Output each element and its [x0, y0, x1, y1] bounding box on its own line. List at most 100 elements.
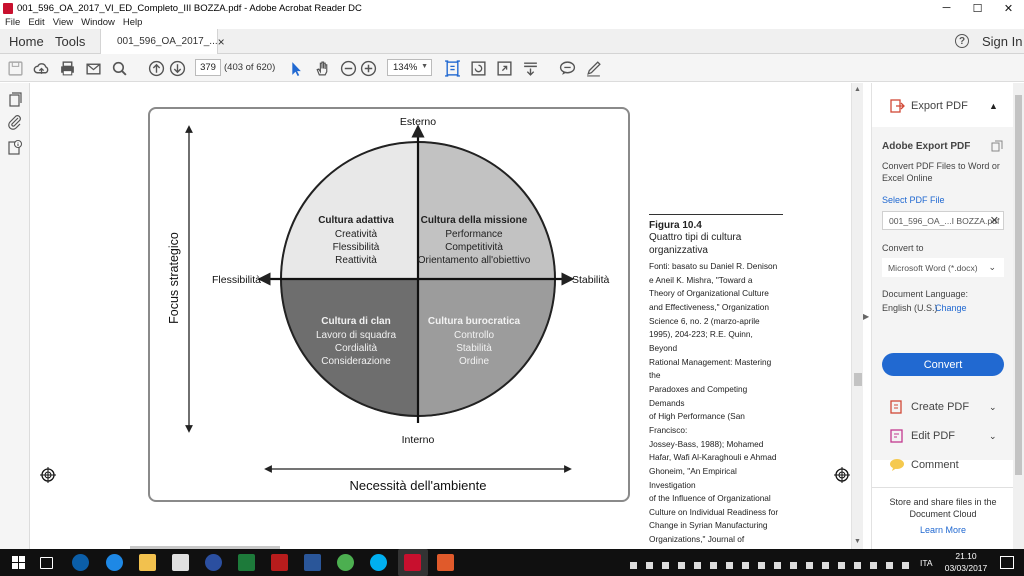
source-line: Theory of Organizational Culture	[649, 288, 769, 299]
edge-browser-icon[interactable]	[106, 554, 123, 571]
menu-window[interactable]: Window	[81, 17, 115, 28]
app-clock-icon[interactable]	[205, 554, 222, 571]
tool-create-pdf[interactable]: Create PDF ⌄	[872, 396, 1014, 418]
figure-caption: Figura 10.4 Quattro tipi di cultura orga…	[649, 214, 783, 576]
cloud-upload-icon[interactable]	[31, 58, 51, 78]
email-icon[interactable]	[83, 58, 103, 78]
file-explorer-icon[interactable]	[139, 554, 156, 571]
document-tab-label: 001_596_OA_2017_...	[117, 36, 218, 47]
word-icon[interactable]	[304, 554, 321, 571]
select-cursor-icon[interactable]	[285, 58, 305, 78]
axis-title-strategic-focus: Focus strategico	[167, 232, 181, 324]
sign-in-link[interactable]: Sign In	[982, 34, 1022, 49]
tool-edit-pdf[interactable]: Edit PDF ⌄	[872, 425, 1014, 447]
print-icon[interactable]	[57, 58, 77, 78]
skype-icon[interactable]	[370, 554, 387, 571]
windows-start-icon[interactable]	[12, 556, 25, 569]
next-page-icon[interactable]	[167, 58, 187, 78]
learn-more-link[interactable]: Learn More	[872, 524, 1014, 536]
menu-edit[interactable]: Edit	[28, 17, 44, 28]
acrobat-app-icon	[3, 2, 13, 14]
document-vertical-scrollbar[interactable]: ▲ ▼	[851, 83, 863, 549]
comment-icon	[890, 459, 904, 471]
task-view-icon[interactable]	[40, 557, 53, 569]
store-icon[interactable]	[172, 554, 189, 571]
adaptive-culture-title: Cultura adattiva	[318, 215, 394, 226]
help-icon[interactable]: ?	[955, 34, 969, 48]
fit-page-icon[interactable]	[442, 58, 462, 78]
rotate-view-icon[interactable]	[468, 58, 488, 78]
clock-date: 03/03/2017	[944, 563, 988, 573]
chevron-down-icon: ⌄	[989, 430, 997, 441]
search-icon[interactable]	[109, 58, 129, 78]
select-pdf-file-link[interactable]: Select PDF File	[882, 195, 945, 205]
label-internal: Interno	[402, 434, 435, 446]
pen-highlight-icon[interactable]	[583, 58, 603, 78]
convert-button[interactable]: Convert	[882, 353, 1004, 376]
cortana-search-icon[interactable]	[72, 554, 89, 571]
chevron-down-icon: ⌄	[989, 401, 997, 412]
selected-file-field[interactable]: 001_596_OA_...I BOZZA.pdf ✕	[882, 211, 1004, 230]
tab-tools[interactable]: Tools	[55, 29, 85, 54]
export-pdf-header[interactable]: Export PDF ▲	[872, 93, 1014, 119]
copy-icon[interactable]	[991, 140, 1003, 152]
clan-culture-title: Cultura di clan	[321, 316, 390, 327]
comment-bubble-icon[interactable]	[557, 58, 577, 78]
source-line: Culture on Individual Readiness for	[649, 506, 779, 517]
menu-file[interactable]: File	[5, 17, 20, 28]
document-info-icon[interactable]	[7, 139, 23, 155]
change-language-link[interactable]: Change	[935, 303, 967, 313]
edit-pdf-icon	[890, 429, 903, 443]
convert-to-select[interactable]: Microsoft Word (*.docx) ⌄	[882, 258, 1004, 277]
powerpoint-icon[interactable]	[437, 554, 454, 571]
page-number-input[interactable]: 379	[195, 59, 221, 76]
label-external: Esterno	[400, 116, 436, 128]
full-screen-icon[interactable]	[494, 58, 514, 78]
clan-culture-item: Cordialità	[335, 343, 378, 354]
menu-view[interactable]: View	[53, 17, 73, 28]
attachment-paperclip-icon[interactable]	[7, 114, 23, 130]
export-pdf-title: Export PDF	[911, 100, 968, 112]
page-thumbnails-icon[interactable]	[7, 91, 23, 107]
close-window-button[interactable]: ✕	[993, 0, 1024, 16]
window-controls: ─ ☐ ✕	[931, 0, 1024, 16]
source-line: Organizations," Journal of	[649, 534, 745, 545]
read-mode-icon[interactable]	[520, 58, 540, 78]
save-icon[interactable]	[5, 58, 25, 78]
export-description-line: Convert PDF Files to Word or	[882, 161, 1000, 171]
clear-file-icon[interactable]: ✕	[990, 214, 999, 227]
tab-home[interactable]: Home	[9, 29, 44, 54]
source-line: Paradoxes and Competing Demands	[649, 383, 748, 408]
chevron-up-icon[interactable]: ▲	[989, 101, 998, 111]
zoom-out-icon[interactable]	[338, 58, 358, 78]
scroll-up-icon[interactable]: ▲	[854, 86, 861, 93]
zoom-level-select[interactable]: 134% ▼	[387, 59, 432, 76]
app-red-icon[interactable]	[271, 554, 288, 571]
document-tab-close-icon[interactable]: ×	[218, 35, 225, 49]
source-line: Rational Management: Mastering the	[649, 356, 772, 381]
minimize-button[interactable]: ─	[931, 0, 962, 16]
right-panel-scroll-thumb[interactable]	[1015, 95, 1022, 475]
source-line: Ghoneim, "An Empirical Investigation	[649, 465, 737, 490]
tool-comment[interactable]: Comment	[872, 454, 1014, 476]
right-panel-collapse-icon[interactable]: ▶	[863, 312, 869, 321]
previous-page-icon[interactable]	[146, 58, 166, 78]
hand-tool-icon[interactable]	[312, 58, 332, 78]
chrome-icon[interactable]	[337, 554, 354, 571]
export-pdf-icon	[890, 99, 905, 113]
excel-icon[interactable]	[238, 554, 255, 571]
scroll-down-icon[interactable]: ▼	[854, 538, 861, 545]
document-tab[interactable]: 001_596_OA_2017_... ×	[100, 29, 225, 54]
maximize-button[interactable]: ☐	[962, 0, 993, 16]
system-tray-icons[interactable]	[630, 559, 930, 569]
source-line: e Aneil K. Mishra, "Toward a	[649, 274, 753, 285]
zoom-in-icon[interactable]	[358, 58, 378, 78]
language-indicator[interactable]: ITA	[920, 558, 933, 568]
right-panel-scrollbar[interactable]	[1013, 83, 1024, 549]
scroll-thumb[interactable]	[854, 373, 862, 386]
menu-help[interactable]: Help	[123, 17, 143, 28]
action-center-icon[interactable]	[1000, 556, 1014, 569]
taskbar-clock[interactable]: 21.10 03/03/2017	[942, 550, 990, 574]
acrobat-taskbar-icon[interactable]	[404, 554, 421, 571]
create-pdf-label: Create PDF	[911, 401, 970, 413]
